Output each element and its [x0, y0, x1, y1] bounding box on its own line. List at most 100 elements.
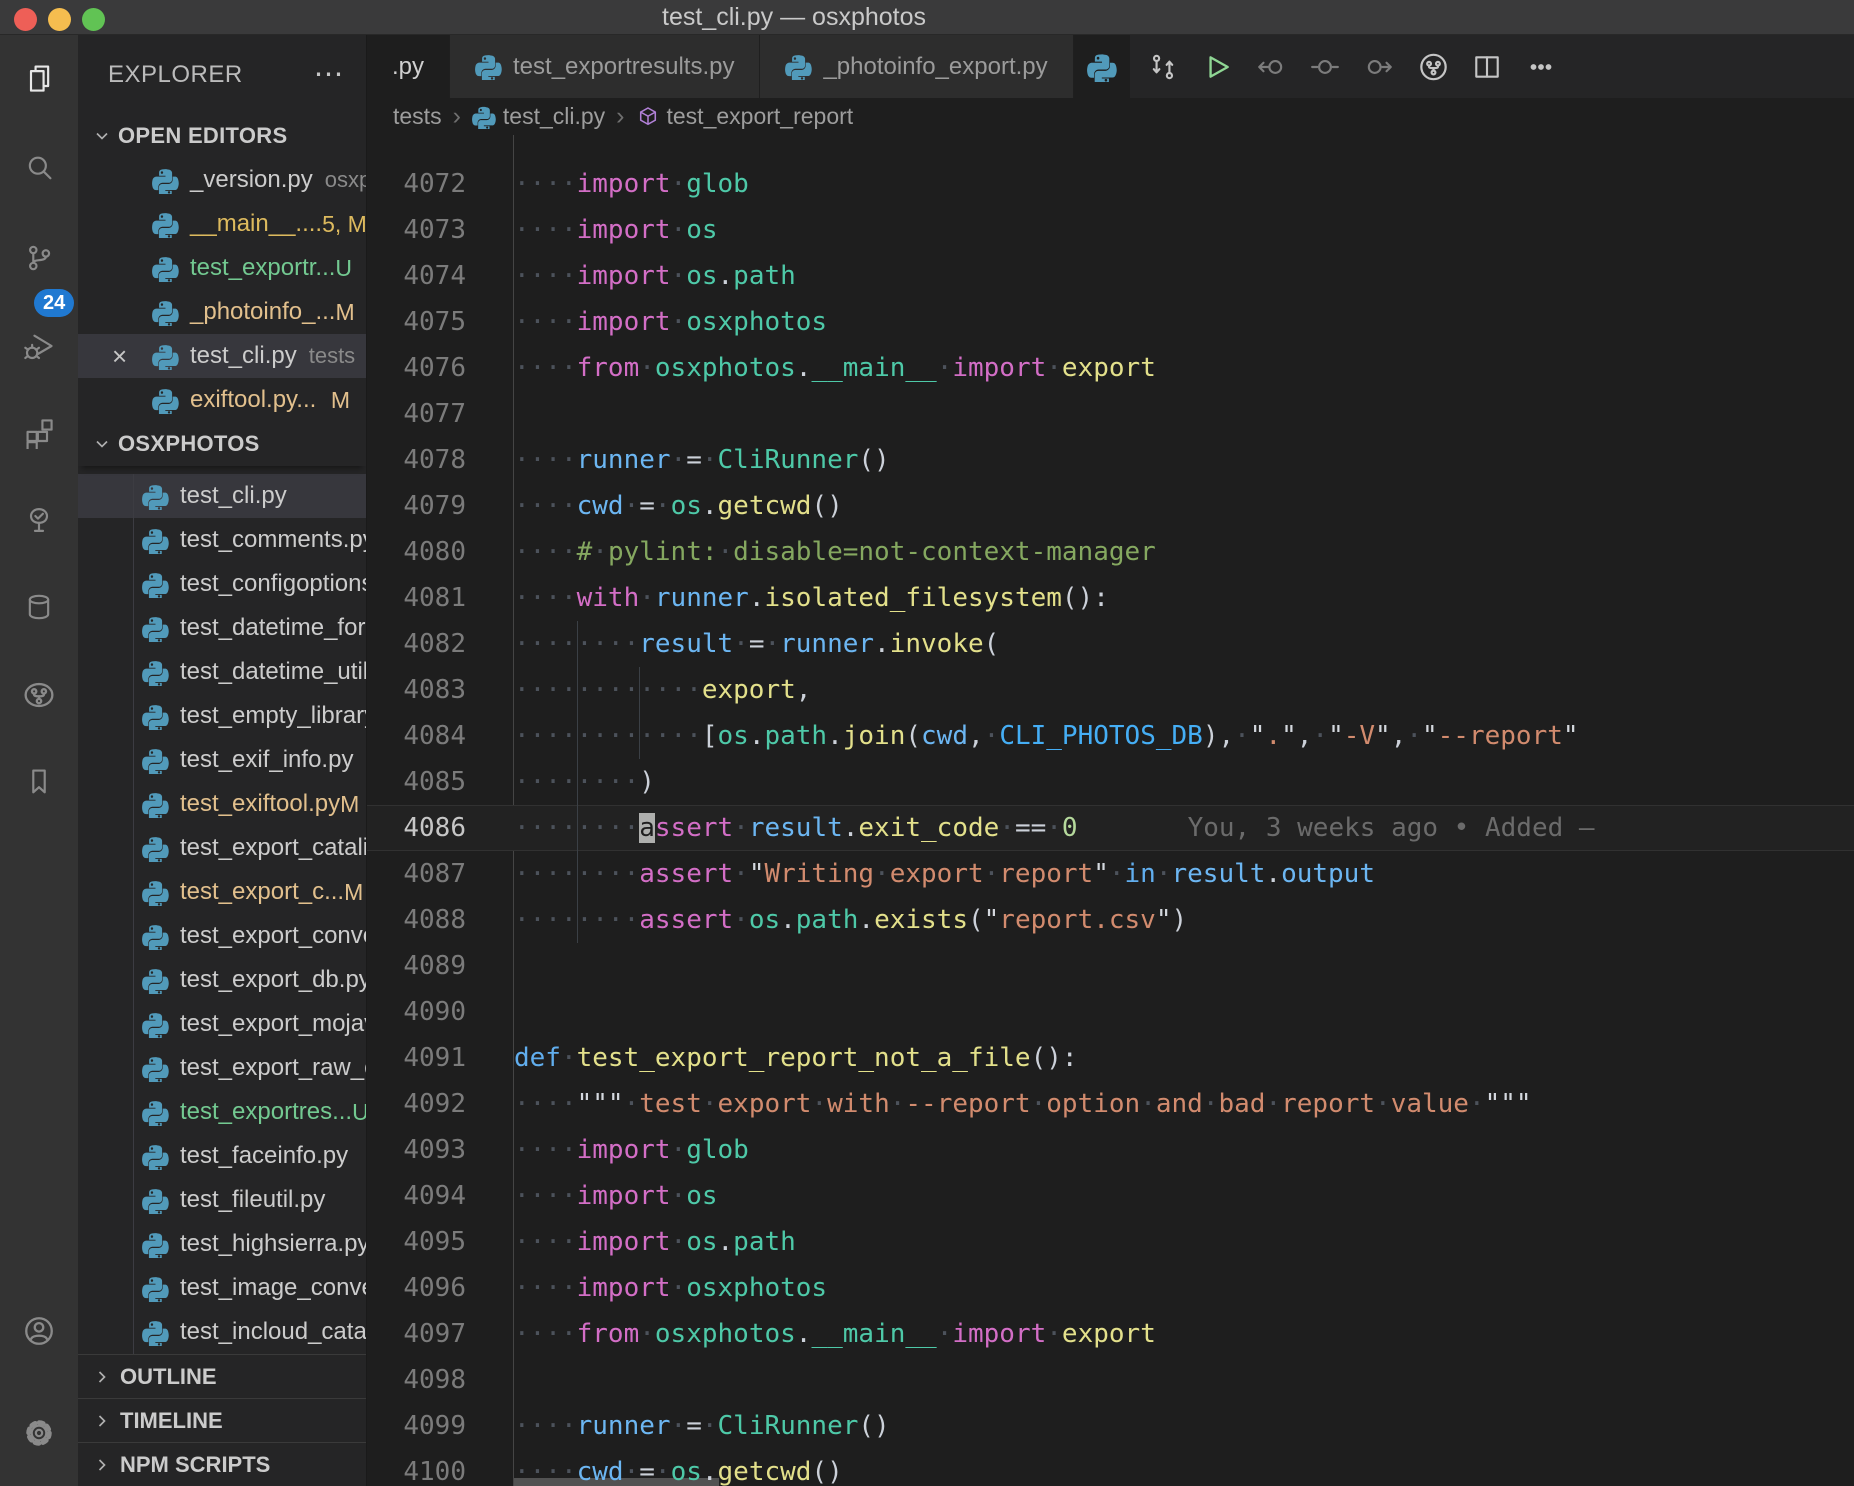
line-number[interactable]: 4090 [367, 989, 466, 1035]
code-line[interactable]: 4099····runner·=·CliRunner() [367, 1403, 1854, 1449]
open-editor-item[interactable]: _version.pyosxp... [78, 158, 366, 202]
record-circle-icon[interactable] [1310, 51, 1341, 82]
line-number[interactable]: 4081 [367, 575, 466, 621]
code-line[interactable]: 4081····with·runner.isolated_filesystem(… [367, 575, 1854, 621]
line-number[interactable]: 4094 [367, 1173, 466, 1219]
code-line[interactable]: 4089 [367, 943, 1854, 989]
code-line[interactable]: 4079····cwd·=·os.getcwd() [367, 483, 1854, 529]
code-line[interactable]: 4082········result·=·runner.invoke( [367, 621, 1854, 667]
close-window-button[interactable] [14, 8, 37, 31]
line-number[interactable]: 4083 [367, 667, 466, 713]
open-editor-item[interactable]: ×test_cli.pytests [78, 334, 366, 378]
code-line[interactable]: 4096····import·osxphotos [367, 1265, 1854, 1311]
file-tree-item[interactable]: test_exportres...U [78, 1090, 366, 1134]
code-line[interactable]: 4097····from·osxphotos.__main__·import·e… [367, 1311, 1854, 1357]
line-number[interactable]: 4078 [367, 437, 466, 483]
file-tree-item[interactable]: test_comments.py [78, 518, 366, 562]
source-control-icon[interactable] [22, 241, 56, 275]
line-number[interactable]: 4096 [367, 1265, 466, 1311]
code-line[interactable]: 4091def·test_export_report_not_a_file(): [367, 1035, 1854, 1081]
zoom-window-button[interactable] [82, 8, 105, 31]
editor-tab[interactable]: test_exportresults.py [450, 35, 760, 98]
line-number[interactable]: 4087 [367, 851, 466, 897]
file-tree-item[interactable]: test_fileutil.py [78, 1178, 366, 1222]
code-line[interactable]: 4088········assert·os.path.exists("repor… [367, 897, 1854, 943]
run-and-debug-icon[interactable] [22, 329, 56, 363]
code-line[interactable]: 4090 [367, 989, 1854, 1035]
code-line[interactable]: 4094····import·os [367, 1173, 1854, 1219]
open-editor-item[interactable]: exiftool.py...M [78, 378, 366, 422]
line-number[interactable]: 4095 [367, 1219, 466, 1265]
code-line[interactable]: 4073····import·os [367, 207, 1854, 253]
file-tree-item[interactable]: test_export_mojave... [78, 1002, 366, 1046]
file-tree-item[interactable]: test_faceinfo.py [78, 1134, 366, 1178]
search-icon[interactable] [22, 151, 56, 185]
code-line[interactable]: 4078····runner·=·CliRunner() [367, 437, 1854, 483]
file-tree-item[interactable]: test_export_catalin... [78, 826, 366, 870]
line-number[interactable]: 4100 [367, 1449, 466, 1486]
open-editor-item[interactable]: __main__....5, M [78, 202, 366, 246]
code-line[interactable]: 4086········assert·result.exit_code·==·0… [367, 805, 1854, 851]
line-number[interactable]: 4089 [367, 943, 466, 989]
line-number[interactable]: 4075 [367, 299, 466, 345]
bookmarks-icon[interactable] [22, 765, 56, 799]
file-tree-item[interactable]: test_exif_info.py [78, 738, 366, 782]
breadcrumb-item[interactable]: tests [393, 103, 442, 130]
line-number[interactable]: 4073 [367, 207, 466, 253]
reverse-continue-icon[interactable] [1256, 51, 1287, 82]
continue-icon[interactable] [1364, 51, 1395, 82]
line-number[interactable]: 4093 [367, 1127, 466, 1173]
code-line[interactable]: 4085········) [367, 759, 1854, 805]
open-editors-section-header[interactable]: OPEN EDITORS [78, 114, 366, 158]
line-number[interactable]: 4099 [367, 1403, 466, 1449]
code-line[interactable]: 4100····cwd·=·os.getcwd() [367, 1449, 1854, 1486]
extensions-icon[interactable] [22, 416, 56, 450]
line-number[interactable]: 4080 [367, 529, 466, 575]
minimize-window-button[interactable] [48, 8, 71, 31]
line-number[interactable]: 4084 [367, 713, 466, 759]
file-tree-item[interactable]: test_export_db.py [78, 958, 366, 1002]
settings-gear-icon[interactable] [22, 1416, 56, 1450]
file-tree-item[interactable]: test_image_convert... [78, 1266, 366, 1310]
github-icon[interactable] [1418, 51, 1449, 82]
line-number[interactable]: 4077 [367, 391, 466, 437]
code-line[interactable]: 4092····"""·test·export·with·--report·op… [367, 1081, 1854, 1127]
line-number[interactable]: 4088 [367, 897, 466, 943]
compare-changes-icon[interactable] [1148, 51, 1179, 82]
explorer-icon[interactable] [22, 61, 56, 95]
sidebar-section-npm-scripts[interactable]: NPM SCRIPTS [78, 1442, 366, 1486]
code-line[interactable]: 4072····import·glob [367, 161, 1854, 207]
line-number[interactable]: 4082 [367, 621, 466, 667]
split-editor-icon[interactable] [1472, 51, 1503, 82]
breadcrumb-item[interactable]: test_cli.py [472, 103, 605, 130]
editor-tab[interactable]: .py [367, 35, 450, 98]
file-tree-item[interactable]: test_datetime_utils.... [78, 650, 366, 694]
line-number[interactable]: 4091 [367, 1035, 466, 1081]
file-tree-item[interactable]: test_exiftool.pyM [78, 782, 366, 826]
code-line[interactable]: 4083············export, [367, 667, 1854, 713]
views-more-actions-icon[interactable]: ⋯ [314, 57, 345, 92]
sidebar-section-timeline[interactable]: TIMELINE [78, 1398, 366, 1442]
run-icon[interactable] [1202, 51, 1233, 82]
editor-tab[interactable]: _photoinfo_export.py [760, 35, 1073, 98]
line-number[interactable]: 4097 [367, 1311, 466, 1357]
account-icon[interactable] [22, 1314, 56, 1348]
code-line[interactable]: 4077 [367, 391, 1854, 437]
code-line[interactable]: 4093····import·glob [367, 1127, 1854, 1173]
code-line[interactable]: 4074····import·os.path [367, 253, 1854, 299]
close-icon[interactable]: × [96, 341, 152, 372]
project-section-header[interactable]: OSXPHOTOS [78, 422, 366, 466]
file-tree-item[interactable]: test_export_conver... [78, 914, 366, 958]
file-tree-item[interactable]: test_export_c...M [78, 870, 366, 914]
file-tree-item[interactable]: test_incloud_catali... [78, 1310, 366, 1354]
file-tree-item[interactable]: test_empty_library_... [78, 694, 366, 738]
code-line[interactable]: 4076····from·osxphotos.__main__·import·e… [367, 345, 1854, 391]
code-line[interactable]: 4075····import·osxphotos [367, 299, 1854, 345]
code-line[interactable]: 4087········assert·"Writing·export·repor… [367, 851, 1854, 897]
line-number[interactable]: 4092 [367, 1081, 466, 1127]
sidebar-section-outline[interactable]: OUTLINE [78, 1354, 366, 1398]
line-number[interactable]: 4086 [367, 805, 466, 851]
database-icon[interactable] [22, 590, 56, 624]
more-actions-icon[interactable] [1526, 51, 1557, 82]
open-editor-item[interactable]: _photoinfo_...M [78, 290, 366, 334]
